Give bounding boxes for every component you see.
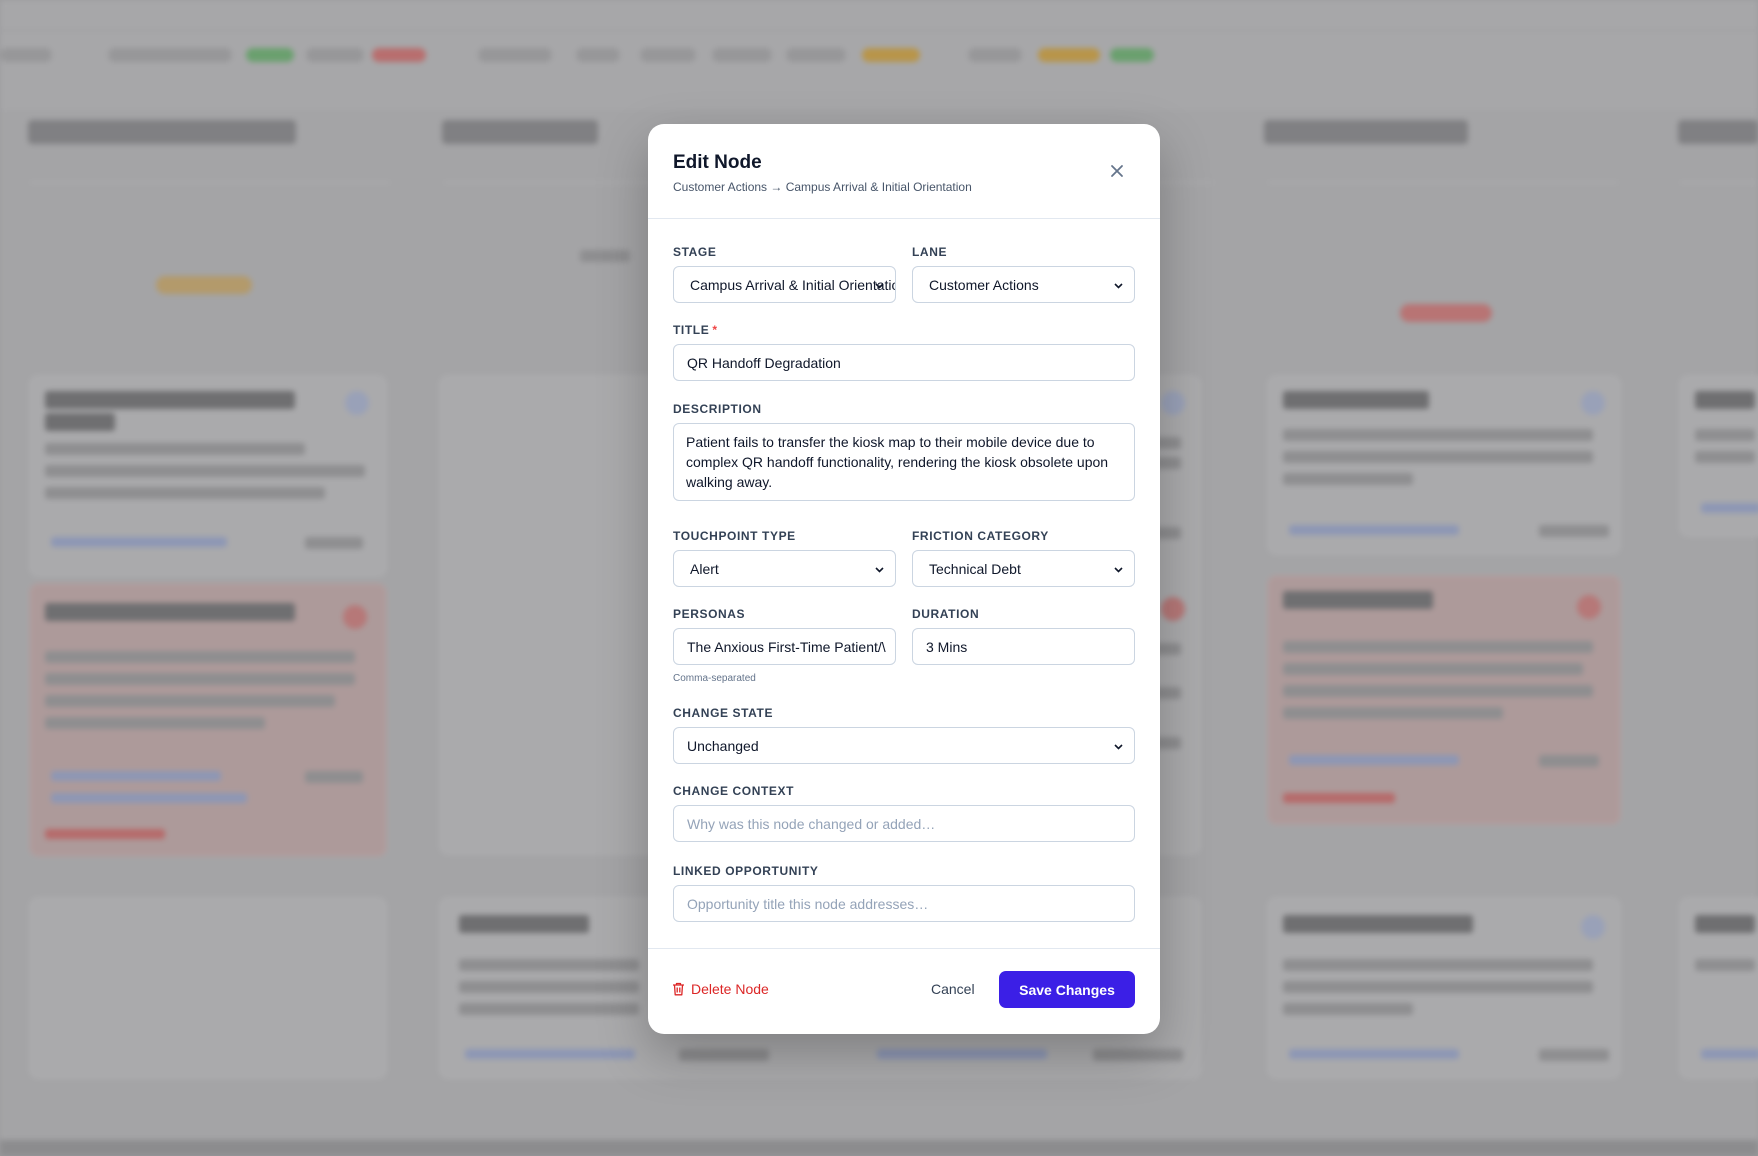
change-state-select[interactable]: Unchanged <box>673 727 1135 764</box>
required-marker: * <box>712 323 718 337</box>
touchpoint-type-label: TOUCHPOINT TYPE <box>673 529 796 543</box>
modal-footer: Delete Node Cancel Save Changes <box>648 948 1160 1034</box>
close-button[interactable] <box>1106 160 1128 182</box>
linked-opportunity-label: LINKED OPPORTUNITY <box>673 864 819 878</box>
change-state-label: CHANGE STATE <box>673 706 774 720</box>
modal-breadcrumb: Customer Actions → Campus Arrival & Init… <box>673 180 972 194</box>
change-state-value: Unchanged <box>687 737 759 754</box>
stage-select[interactable]: Campus Arrival & Initial Orientation <box>673 266 896 303</box>
duration-value: 3 Mins <box>926 638 968 655</box>
change-context-label: CHANGE CONTEXT <box>673 784 795 798</box>
delete-node-label: Delete Node <box>691 981 769 997</box>
description-label: DESCRIPTION <box>673 402 762 416</box>
lane-select[interactable]: Customer Actions <box>912 266 1135 303</box>
personas-value: The Anxious First-Time Patient/\ <box>687 638 886 655</box>
modal-header: Edit Node Customer Actions → Campus Arri… <box>648 124 1160 219</box>
chevron-down-icon <box>1114 567 1123 573</box>
save-changes-button[interactable]: Save Changes <box>999 971 1135 1008</box>
change-context-placeholder: Why was this node changed or added… <box>687 815 936 832</box>
lane-label: LANE <box>912 245 948 259</box>
title-value: QR Handoff Degradation <box>687 354 841 371</box>
modal-title: Edit Node <box>673 152 762 173</box>
trash-icon <box>673 982 684 996</box>
toolbar-background <box>0 0 1758 110</box>
stage-value: Campus Arrival & Initial Orientation <box>690 276 896 293</box>
duration-label: DURATION <box>912 607 980 621</box>
touchpoint-type-select[interactable]: Alert <box>673 550 896 587</box>
friction-category-label: FRICTION CATEGORY <box>912 529 1049 543</box>
title-label: TITLE * <box>673 323 718 337</box>
personas-label: PERSONAS <box>673 607 746 621</box>
description-textarea[interactable]: Patient fails to transfer the kiosk map … <box>673 423 1135 501</box>
linked-opportunity-input[interactable]: Opportunity title this node addresses… <box>673 885 1135 922</box>
linked-opportunity-placeholder: Opportunity title this node addresses… <box>687 895 929 912</box>
edit-node-modal: Edit Node Customer Actions → Campus Arri… <box>648 124 1160 1034</box>
personas-input[interactable]: The Anxious First-Time Patient/\ <box>673 628 896 665</box>
friction-category-value: Technical Debt <box>929 560 1021 577</box>
stage-label: STAGE <box>673 245 717 259</box>
cancel-button[interactable]: Cancel <box>931 981 975 997</box>
touchpoint-type-value: Alert <box>690 560 719 577</box>
lane-value: Customer Actions <box>929 276 1039 293</box>
chevron-down-icon <box>1114 744 1123 750</box>
duration-input[interactable]: 3 Mins <box>912 628 1135 665</box>
toolbar-filter-chips <box>0 48 1200 64</box>
personas-hint: Comma-separated <box>673 673 756 684</box>
title-input[interactable]: QR Handoff Degradation <box>673 344 1135 381</box>
chevron-down-icon <box>875 283 884 289</box>
chevron-down-icon <box>1114 283 1123 289</box>
friction-category-select[interactable]: Technical Debt <box>912 550 1135 587</box>
chevron-down-icon <box>875 567 884 573</box>
change-context-input[interactable]: Why was this node changed or added… <box>673 805 1135 842</box>
close-icon <box>1111 165 1123 177</box>
delete-node-button[interactable]: Delete Node <box>672 981 769 997</box>
